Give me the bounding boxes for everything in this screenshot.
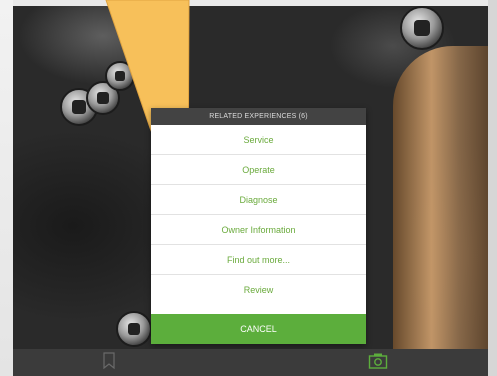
dialog-title: RELATED EXPERIENCES (6) <box>151 108 366 125</box>
menu-item-service[interactable]: Service <box>151 125 366 155</box>
bolt-image <box>400 6 444 50</box>
bookmark-icon[interactable] <box>102 352 116 375</box>
bolt-image <box>116 311 152 347</box>
camera-icon[interactable] <box>368 352 388 375</box>
bottom-tab-bar <box>13 349 488 376</box>
menu-item-review[interactable]: Review <box>151 275 366 305</box>
right-margin <box>488 0 497 376</box>
menu-item-find-out-more[interactable]: Find out more... <box>151 245 366 275</box>
menu-item-diagnose[interactable]: Diagnose <box>151 185 366 215</box>
menu-item-operate[interactable]: Operate <box>151 155 366 185</box>
cancel-button[interactable]: CANCEL <box>151 314 366 344</box>
left-margin <box>0 0 13 376</box>
bolt-image <box>105 61 135 91</box>
related-experiences-dialog: RELATED EXPERIENCES (6) Service Operate … <box>151 108 366 344</box>
exhaust-pipe-image <box>393 46 488 349</box>
menu-item-owner-information[interactable]: Owner Information <box>151 215 366 245</box>
